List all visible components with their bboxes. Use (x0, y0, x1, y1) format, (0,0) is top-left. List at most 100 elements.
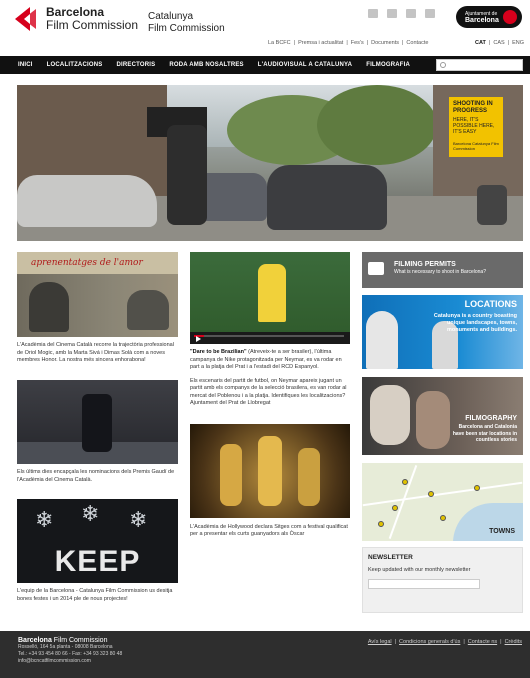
top-link-bcfc[interactable]: La BCFC (268, 40, 291, 46)
footer-link-sep: | (463, 639, 465, 645)
newsletter-title: NEWSLETTER (368, 554, 413, 561)
shooting-text: HERE, IT'S POSSIBLE HERE, IT'S EASY (453, 117, 495, 135)
catalunya-sub-logo[interactable]: Catalunya Film Commission (148, 11, 225, 35)
ajuntament-badge[interactable]: Ajuntament de Barcelona (456, 6, 522, 28)
card-figure (370, 385, 410, 445)
video-player-nike[interactable] (190, 252, 350, 344)
thumb-title: aprenentatges de l'amor (31, 258, 143, 268)
news-thumb-aprenentatges[interactable]: aprenentatges de l'amor (17, 252, 178, 337)
towns-title: TOWNS (489, 528, 515, 535)
map-road (388, 465, 418, 539)
top-link-press[interactable]: Premsa i actualitat (298, 40, 343, 46)
card-figure (416, 391, 450, 449)
map-pin-icon (392, 505, 398, 511)
top-link-sep: | (346, 40, 348, 46)
news-thumb-gaudi[interactable] (17, 380, 178, 464)
footer-brand-bold: Barcelona (18, 637, 52, 644)
nav-item-roda[interactable]: RODA AMB NOSALTRES (169, 62, 243, 68)
map-pin-icon (474, 485, 480, 491)
map-pin-icon (440, 515, 446, 521)
social-links (368, 9, 435, 18)
facebook-icon[interactable] (406, 9, 416, 18)
nav-item-audiovisual[interactable]: L'AUDIOVISUAL A CATALUNYA (258, 62, 352, 68)
twitter-icon[interactable] (425, 9, 435, 18)
video-progress[interactable] (194, 335, 344, 337)
footer-links: Avís legal | Condicions generals d'ús | … (368, 639, 522, 645)
thumb-title: KEEP (54, 545, 141, 578)
thumb-figure (258, 264, 286, 322)
thumb-figure (127, 290, 169, 330)
thumb-figure (29, 282, 69, 332)
news-caption[interactable]: Els escenaris del partit de futbol, on N… (190, 378, 350, 424)
hero-banner[interactable]: SHOOTING IN PROGRESS HERE, IT'S POSSIBLE… (17, 85, 523, 241)
shooting-footer: Barcelona Catalunya Film Commission (453, 141, 499, 151)
hero-rider (477, 185, 507, 225)
filming-permits-card[interactable]: FILMING PERMITS What is necessary to sho… (362, 252, 523, 288)
rss-icon[interactable] (387, 9, 397, 18)
thumb-figure (298, 447, 320, 506)
logo-line2: Film Commission (46, 18, 139, 32)
search-input[interactable] (436, 59, 523, 71)
footer-email[interactable]: info@bcncatfilmcommission.com (18, 658, 512, 665)
site-footer: Barcelona Film Commission Rosselló, 164 … (0, 631, 530, 678)
news-thumb-keep[interactable]: ❄ ❄ ❄ KEEP (17, 499, 178, 583)
shooting-title: SHOOTING IN PROGRESS (453, 101, 493, 114)
ajuntament-icon (503, 10, 517, 24)
play-icon[interactable] (196, 336, 201, 342)
map-pin-icon (428, 491, 434, 497)
footer-address: Rosselló, 164 5a planta - 08008 Barcelon… (18, 644, 113, 650)
news-caption[interactable]: Els últims dies encapçala les nominacion… (17, 469, 178, 499)
news-thumb-oscars[interactable] (190, 423, 350, 518)
snowflake-icon: ❄ (35, 507, 54, 532)
mail-icon[interactable] (368, 9, 378, 18)
film-camera-icon (368, 262, 384, 275)
footer-link-legal[interactable]: Avís legal (368, 639, 392, 645)
top-link-sep: | (366, 40, 369, 46)
footer-link-terms[interactable]: Condicions generals d'ús (399, 639, 460, 645)
nav-item-inici[interactable]: INICI (18, 62, 33, 68)
top-link-faqs[interactable]: Fes's (351, 40, 364, 46)
lang-sep: | (488, 40, 491, 46)
news-caption[interactable]: L'equip de la Barcelona - Catalunya Film… (17, 588, 178, 603)
news-caption[interactable]: L'Acadèmia de Hollywood declara Sitges c… (190, 524, 350, 539)
locations-card[interactable]: LOCATIONS Catalunya is a country boastin… (362, 295, 523, 369)
site-logo[interactable]: Barcelona Film Commission (14, 6, 138, 32)
permits-title: FILMING PERMITS (394, 261, 456, 268)
lang-sep: | (507, 40, 510, 46)
top-link-contact[interactable]: Contacte (406, 40, 428, 46)
permits-subtitle: What is necessary to shoot in Barcelona? (394, 269, 486, 275)
bcn-logo-icon (14, 6, 40, 32)
video-controls (190, 332, 350, 344)
footer-link-credits[interactable]: Crèdits (505, 639, 522, 645)
news-caption[interactable]: L'Acadèmia del Cinema Català recorre la … (17, 342, 178, 378)
towns-card[interactable]: TOWNS (362, 463, 523, 541)
nav-item-directoris[interactable]: DIRECTORIS (116, 62, 155, 68)
footer-brand-rest: Film Commission (51, 637, 108, 644)
hero-car (267, 165, 387, 230)
news-caption[interactable]: "Dare to be Brazilian" (Atreveix-te a se… (190, 349, 350, 372)
map-water (453, 503, 523, 541)
locations-title: LOCATIONS (464, 299, 517, 309)
hero-car (17, 175, 157, 227)
sidebar-column: FILMING PERMITS What is necessary to sho… (362, 252, 523, 613)
top-link-sep: | (401, 40, 404, 46)
lang-cas[interactable]: CAS (493, 40, 504, 46)
news-column-1: aprenentatges de l'amor L'Acadèmia del C… (17, 252, 178, 603)
newsletter-email-input[interactable] (368, 579, 480, 589)
card-figure (366, 311, 398, 369)
newsletter-text: Keep updated with our monthly newsletter (368, 567, 471, 573)
top-link-sep: | (293, 40, 296, 46)
lang-eng[interactable]: ENG (512, 40, 524, 46)
thumb-figure (220, 443, 242, 506)
top-link-documents[interactable]: Documents (371, 40, 399, 46)
footer-phone: Tel.: +34 93 454 80 66 - Fax: +34 93 323… (18, 651, 123, 657)
lang-cat[interactable]: CAT (475, 40, 486, 46)
shooting-in-progress-badge: SHOOTING IN PROGRESS HERE, IT'S POSSIBLE… (449, 97, 503, 157)
site-header: Barcelona Film Commission Catalunya Film… (0, 0, 530, 56)
newsletter-box: NEWSLETTER Keep updated with our monthly… (362, 547, 523, 613)
nav-item-filmografia[interactable]: FILMOGRAFIA (366, 62, 410, 68)
filmography-card[interactable]: FILMOGRAPHY Barcelona and Catalonia have… (362, 377, 523, 455)
search-icon[interactable] (440, 62, 446, 68)
nav-item-localitzacions[interactable]: LOCALITZACIONS (47, 62, 103, 68)
footer-link-contact[interactable]: Contacte ns (468, 639, 497, 645)
